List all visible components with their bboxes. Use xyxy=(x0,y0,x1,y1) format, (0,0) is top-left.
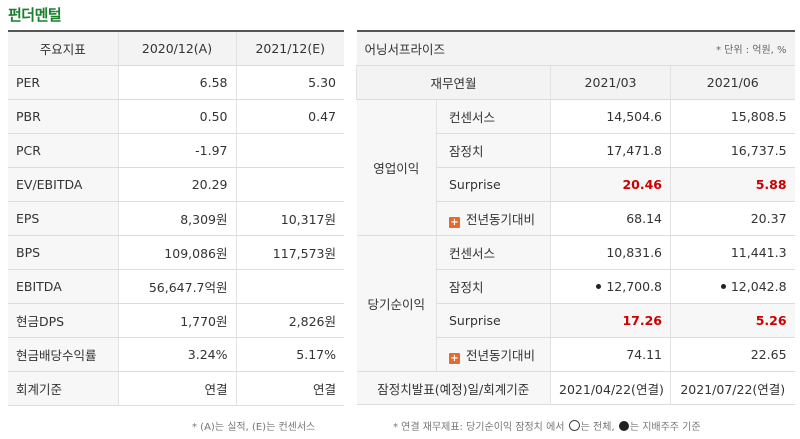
row-label: EPS xyxy=(8,201,118,236)
actual-value: -1.97 xyxy=(117,133,236,168)
surprise-value-2021-06: 5.88 xyxy=(755,177,787,192)
value-2021-06: 16,737.5 xyxy=(670,133,795,168)
filled-circle-icon xyxy=(618,421,629,431)
estimate-value: 5.17% xyxy=(235,337,344,372)
expand-plus-icon[interactable]: + xyxy=(449,353,460,364)
section-title: 펀더멘털 xyxy=(8,6,62,24)
actual-value: 8,309원 xyxy=(117,201,236,236)
actual-value: 1,770원 xyxy=(117,303,236,338)
release-date-2021-03: 2021/04/22(연결) xyxy=(550,371,671,405)
row-label: PER xyxy=(8,65,118,100)
row-label: PBR xyxy=(8,99,118,134)
row-label: EV/EBITDA xyxy=(8,167,118,202)
value-2021-06: 22.65 xyxy=(670,337,795,372)
value-2021-03: 14,504.6 xyxy=(550,99,671,134)
bullet-icon xyxy=(720,284,726,289)
value-2021-06: 15,808.5 xyxy=(670,99,795,134)
open-circle-icon xyxy=(568,420,580,431)
earnings-surprise-title: 어닝서프라이즈 xyxy=(356,30,551,66)
value-2021-03: 10,831.6 xyxy=(550,235,671,270)
actual-value: 109,086원 xyxy=(117,235,236,270)
estimate-value xyxy=(235,133,344,168)
header-indicator: 주요지표 xyxy=(8,30,118,66)
table-row: EPS 8,309원 10,317원 xyxy=(8,201,344,236)
actual-value: 연결 xyxy=(117,371,236,406)
footnote-text-c: 는 지배주주 기준 xyxy=(629,422,701,433)
expand-plus-icon[interactable]: + xyxy=(449,217,460,228)
row-label: 현금배당수익률 xyxy=(8,337,118,372)
table-row: PER 6.58 5.30 xyxy=(8,65,344,100)
row-label: Surprise xyxy=(435,303,551,338)
estimate-value xyxy=(235,167,344,202)
actual-value: 0.50 xyxy=(117,99,236,134)
actual-value: 56,647.7억원 xyxy=(117,269,236,304)
release-date-2021-06: 2021/07/22(연결) xyxy=(670,371,795,405)
value-2021-03: 12,700.8 xyxy=(606,279,663,294)
row-label: 잠정치 xyxy=(435,269,551,304)
footnote-text-a: * 연결 재무제표: 당기순이익 잠정치 에서 xyxy=(393,422,565,433)
unit-note: * 단위 : 억원, % xyxy=(550,30,795,66)
fundamentals-table: 주요지표 2020/12(A) 2021/12(E) PER 6.58 5.30 P… xyxy=(8,30,344,406)
period-header: 재무연월 xyxy=(355,65,551,100)
estimate-value: 5.30 xyxy=(235,65,344,100)
row-label: 전년동기대비 xyxy=(466,348,536,363)
row-label: 잠정치 xyxy=(435,133,551,168)
left-footnote: * (A)는 실적, (E)는 컨센서스 xyxy=(192,422,316,433)
estimate-value: 2,826원 xyxy=(235,303,344,338)
surprise-value-2021-06: 5.26 xyxy=(755,313,787,328)
actual-value: 3.24% xyxy=(117,337,236,372)
surprise-value-2021-03: 20.46 xyxy=(622,177,663,192)
actual-value: 20.29 xyxy=(117,167,236,202)
row-label: EBITDA xyxy=(8,269,118,304)
value-2021-06: 12,042.8 xyxy=(730,279,787,294)
group-label-operating-profit: 영업이익 xyxy=(356,99,437,236)
table-row: EBITDA 56,647.7억원 xyxy=(8,269,344,304)
table-row: 현금배당수익률 3.24% 5.17% xyxy=(8,337,344,372)
group-label-net-income: 당기순이익 xyxy=(356,235,437,372)
table-row: 현금DPS 1,770원 2,826원 xyxy=(8,303,344,338)
bullet-icon xyxy=(596,284,602,289)
actual-value: 6.58 xyxy=(117,65,236,100)
table-row: EV/EBITDA 20.29 xyxy=(8,167,344,202)
header-estimate: 2021/12(E) xyxy=(235,30,344,66)
value-2021-06: 20.37 xyxy=(670,201,795,236)
footnote-text-b: 는 전체, xyxy=(580,422,615,433)
row-label: Surprise xyxy=(435,167,551,202)
estimate-value: 10,317원 xyxy=(235,201,344,236)
value-2021-03: 17,471.8 xyxy=(550,133,671,168)
header-actual: 2020/12(A) xyxy=(117,30,236,66)
row-label: BPS xyxy=(8,235,118,270)
release-date-label: 잠정치발표(예정)일/회계기준 xyxy=(356,371,551,405)
table-row: 회계기준 연결 연결 xyxy=(8,371,344,406)
table-row: 잠정치발표(예정)일/회계기준 2021/04/22(연결) 2021/07/2… xyxy=(356,371,795,405)
table-row: 재무연월 2021/03 2021/06 xyxy=(355,65,795,100)
value-2021-06: 11,441.3 xyxy=(670,235,795,270)
value-2021-03: 68.14 xyxy=(550,201,671,236)
value-2021-03: 74.11 xyxy=(550,337,671,372)
row-label: 전년동기대비 xyxy=(466,212,536,227)
earnings-surprise-table: 어닝서프라이즈 * 단위 : 억원, % 재무연월 2021/03 2021/0… xyxy=(355,30,795,405)
estimate-value: 연결 xyxy=(235,371,344,406)
period-header-2: 2021/06 xyxy=(670,65,795,100)
row-label: 컨센서스 xyxy=(435,99,551,134)
table-row: 당기순이익 컨센서스 10,831.6 11,441.3 xyxy=(356,235,795,372)
period-header-1: 2021/03 xyxy=(550,65,671,100)
row-label: 회계기준 xyxy=(8,371,118,406)
row-label: 컨센서스 xyxy=(435,235,551,270)
table-row: PBR 0.50 0.47 xyxy=(8,99,344,134)
estimate-value: 117,573원 xyxy=(235,235,344,270)
right-footnote: * 연결 재무제표: 당기순이익 잠정치 에서 는 전체, 는 지배주주 기준 xyxy=(393,418,701,433)
surprise-value-2021-03: 17.26 xyxy=(622,313,663,328)
estimate-value xyxy=(235,269,344,304)
table-row: PCR -1.97 xyxy=(8,133,344,168)
estimate-value: 0.47 xyxy=(235,99,344,134)
row-label: PCR xyxy=(8,133,118,168)
table-row: 영업이익 컨센서스 14,504.6 15,808.5 xyxy=(356,99,795,236)
table-row: BPS 109,086원 117,573원 xyxy=(8,235,344,270)
row-label: 현금DPS xyxy=(8,303,118,338)
